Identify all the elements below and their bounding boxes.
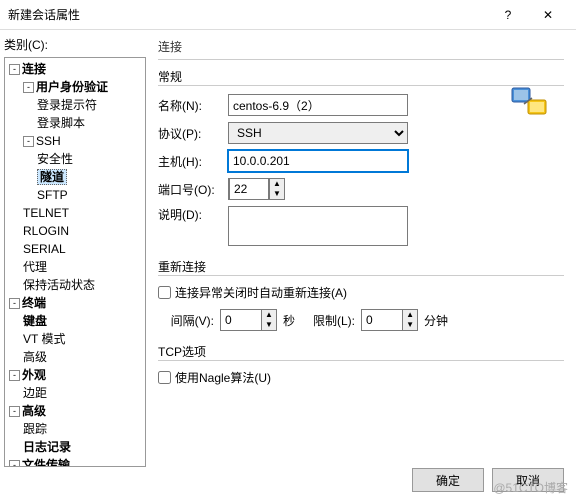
window-title: 新建会话属性 xyxy=(8,6,488,23)
interval-label: 间隔(V): xyxy=(158,312,214,329)
spin-up-icon[interactable]: ▲ xyxy=(270,179,284,189)
tree-advanced-term[interactable]: 高级 xyxy=(23,348,143,366)
host-label: 主机(H): xyxy=(158,153,228,170)
tree-security[interactable]: 安全性 xyxy=(37,150,143,168)
auto-reconnect-label: 连接异常关闭时自动重新连接(A) xyxy=(175,284,347,301)
tree-toggle-icon[interactable]: - xyxy=(9,460,20,467)
tree-login-script[interactable]: 登录脚本 xyxy=(37,114,143,132)
category-tree[interactable]: -连接 -用户身份验证 登录提示符 登录脚本 -SSH 安全性 隧道 xyxy=(4,57,146,467)
tree-toggle-icon[interactable]: - xyxy=(9,370,20,381)
tree-telnet[interactable]: TELNET xyxy=(23,204,143,222)
tree-tunnel[interactable]: 隧道 xyxy=(37,169,67,185)
tree-transfer[interactable]: 文件传输 xyxy=(22,458,70,467)
category-label: 类别(C): xyxy=(4,36,146,53)
tree-rlogin[interactable]: RLOGIN xyxy=(23,222,143,240)
spin-down-icon[interactable]: ▼ xyxy=(262,320,276,330)
tree-keepalive[interactable]: 保持活动状态 xyxy=(23,276,143,294)
tree-sftp[interactable]: SFTP xyxy=(37,186,143,204)
tree-trace[interactable]: 跟踪 xyxy=(23,420,143,438)
tree-toggle-icon[interactable]: - xyxy=(23,136,34,147)
connection-icon xyxy=(510,86,550,122)
port-spinner[interactable]: ▲▼ xyxy=(228,178,285,200)
group-general: 常规 xyxy=(158,68,564,85)
tree-appearance[interactable]: 外观 xyxy=(22,368,46,382)
tree-logging[interactable]: 日志记录 xyxy=(23,438,143,456)
limit-label: 限制(L): xyxy=(313,312,355,329)
tree-auth[interactable]: 用户身份验证 xyxy=(36,80,108,94)
tree-toggle-icon[interactable]: - xyxy=(9,64,20,75)
desc-label: 说明(D): xyxy=(158,206,228,223)
protocol-label: 协议(P): xyxy=(158,125,228,142)
port-input[interactable] xyxy=(229,178,269,200)
tree-login-prompt[interactable]: 登录提示符 xyxy=(37,96,143,114)
panel-heading: 连接 xyxy=(158,38,564,55)
tree-toggle-icon[interactable]: - xyxy=(9,406,20,417)
protocol-select[interactable]: SSH xyxy=(228,122,408,144)
nagle-checkbox[interactable] xyxy=(158,371,171,384)
seconds-label: 秒 xyxy=(283,312,295,329)
tree-advanced[interactable]: 高级 xyxy=(22,404,46,418)
tree-proxy[interactable]: 代理 xyxy=(23,258,143,276)
tree-serial[interactable]: SERIAL xyxy=(23,240,143,258)
description-input[interactable] xyxy=(228,206,408,246)
tree-ssh[interactable]: SSH xyxy=(36,134,61,148)
watermark: @51CTO博客 xyxy=(493,479,568,496)
ok-button[interactable]: 确定 xyxy=(412,468,484,492)
titlebar: 新建会话属性 ? ✕ xyxy=(0,0,576,30)
interval-spinner[interactable]: ▲▼ xyxy=(220,309,277,331)
minutes-label: 分钟 xyxy=(424,312,448,329)
interval-input[interactable] xyxy=(221,313,261,327)
auto-reconnect-checkbox[interactable] xyxy=(158,286,171,299)
tree-connection[interactable]: 连接 xyxy=(22,62,46,76)
spin-up-icon[interactable]: ▲ xyxy=(403,310,417,320)
tree-terminal[interactable]: 终端 xyxy=(22,296,46,310)
limit-spinner[interactable]: ▲▼ xyxy=(361,309,418,331)
close-button[interactable]: ✕ xyxy=(528,0,568,30)
tree-keyboard[interactable]: 键盘 xyxy=(23,312,143,330)
port-label: 端口号(O): xyxy=(158,181,228,198)
host-input[interactable] xyxy=(228,150,408,172)
name-input[interactable] xyxy=(228,94,408,116)
group-reconnect: 重新连接 xyxy=(158,258,564,275)
spin-up-icon[interactable]: ▲ xyxy=(262,310,276,320)
name-label: 名称(N): xyxy=(158,97,228,114)
spin-down-icon[interactable]: ▼ xyxy=(403,320,417,330)
nagle-label: 使用Nagle算法(U) xyxy=(175,369,271,386)
tree-margin[interactable]: 边距 xyxy=(23,384,143,402)
tree-toggle-icon[interactable]: - xyxy=(23,82,34,93)
spin-down-icon[interactable]: ▼ xyxy=(270,189,284,199)
tree-toggle-icon[interactable]: - xyxy=(9,298,20,309)
tree-vtmode[interactable]: VT 模式 xyxy=(23,330,143,348)
help-button[interactable]: ? xyxy=(488,0,528,30)
group-tcp: TCP选项 xyxy=(158,343,564,360)
limit-input[interactable] xyxy=(362,313,402,327)
